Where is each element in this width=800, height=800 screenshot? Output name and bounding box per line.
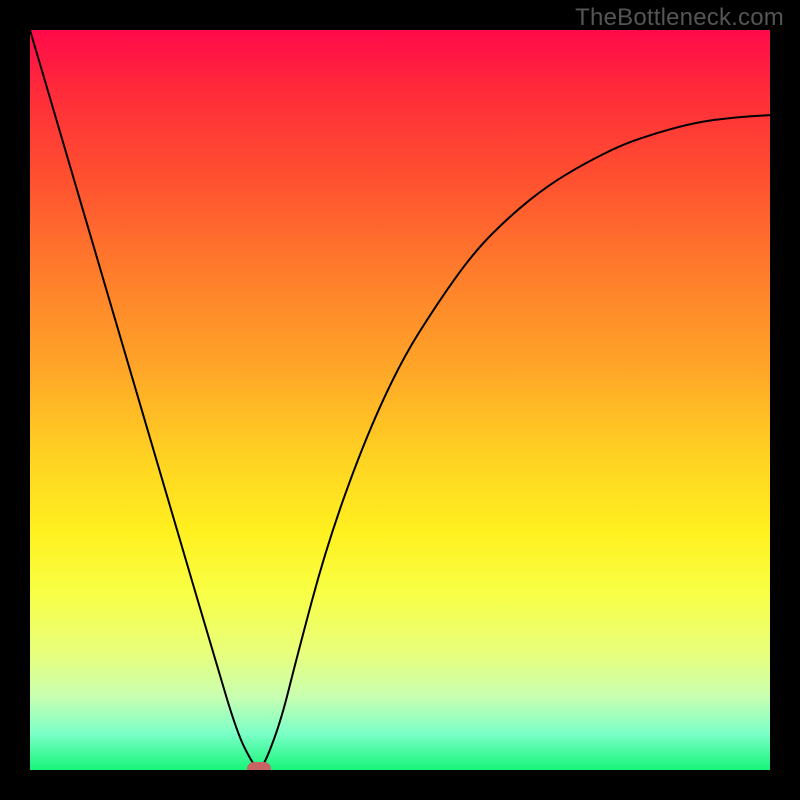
watermark-text: TheBottleneck.com <box>575 4 784 32</box>
curve-svg <box>30 30 770 770</box>
chart-container: TheBottleneck.com <box>0 0 800 800</box>
optimum-marker <box>247 762 271 770</box>
bottleneck-curve <box>30 30 770 768</box>
plot-area <box>30 30 770 770</box>
